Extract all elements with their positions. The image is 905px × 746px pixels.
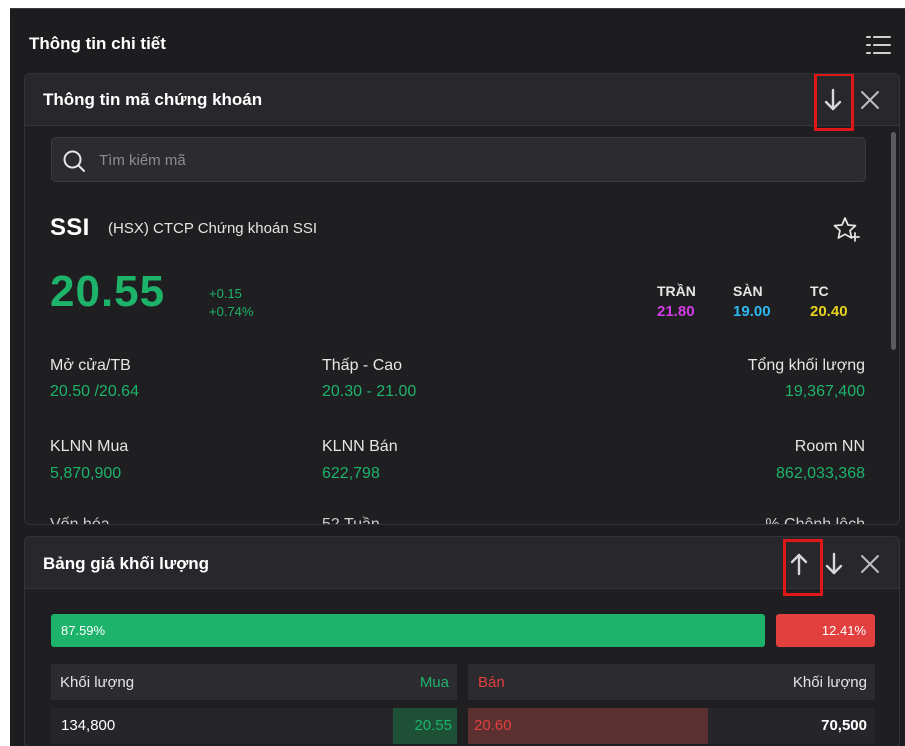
top-divider: [10, 8, 905, 9]
price-change-percent: +0.74%: [209, 304, 254, 319]
close-panel-button[interactable]: [855, 549, 885, 579]
reference-label: TC: [810, 283, 829, 299]
sell-ratio-bar: 12.41%: [776, 614, 875, 647]
stock-info-title: Thông tin mã chứng khoán: [43, 90, 263, 109]
open-avg-label: Mở cửa/TB: [50, 357, 131, 374]
buy-ratio-bar: 87.59%: [51, 614, 765, 647]
sell-ratio-text: 12.41%: [821, 623, 866, 638]
total-volume-value: 19,367,400: [784, 383, 865, 400]
move-down-button[interactable]: [818, 85, 848, 115]
search-icon: [63, 150, 85, 172]
open-avg-value: 20.50 /20.64: [50, 383, 139, 400]
star-plus-icon[interactable]: [831, 214, 861, 244]
stock-symbol: SSI: [50, 214, 90, 241]
sell-volume-cell: 70,500: [821, 717, 867, 734]
buy-volume-cell: 134,800: [61, 717, 116, 734]
sell-header-label: Bán: [478, 674, 505, 691]
search-placeholder: Tìm kiếm mã: [99, 152, 186, 169]
buy-volume-header: Khối lượng: [60, 674, 135, 691]
table-row: 20.60 70,500: [468, 708, 875, 744]
diff-percent-label: % Chênh lệch: [765, 516, 865, 525]
market-cap-label: Vốn hóa: [50, 516, 110, 525]
week52-label: 52 Tuần: [322, 516, 380, 525]
detail-window: Thông tin chi tiết Thông tin mã chứng kh…: [10, 8, 905, 746]
sell-header: Bán Khối lượng: [468, 664, 875, 700]
floor-value: 19.00: [733, 303, 771, 320]
foreign-room-label: Room NN: [794, 438, 865, 455]
price-volume-header: Bảng giá khối lượng: [25, 537, 899, 589]
foreign-buy-value: 5,870,900: [50, 465, 122, 482]
arrow-down-icon: [825, 552, 843, 575]
reference-value: 20.40: [810, 303, 848, 320]
foreign-sell-value: 622,798: [322, 465, 380, 482]
foreign-buy-label: KLNN Mua: [50, 438, 129, 455]
foreign-sell-label: KLNN Bán: [322, 438, 398, 455]
sell-volume-header: Khối lượng: [792, 674, 867, 691]
price-change: +0.15: [209, 286, 242, 301]
buy-header: Khối lượng Mua: [51, 664, 457, 700]
buy-ratio-text: 87.59%: [61, 623, 106, 638]
foreign-room-value: 862,033,368: [776, 465, 865, 482]
price-volume-panel: Bảng giá khối lượng 87.59% 12.41% Khối l…: [24, 536, 900, 746]
close-icon: [861, 555, 879, 573]
move-up-button[interactable]: [784, 549, 814, 579]
buy-price-cell: 20.55: [414, 717, 452, 734]
stock-info-header: Thông tin mã chứng khoán: [25, 74, 899, 126]
stock-info-panel: Thông tin mã chứng khoán Tìm kiếm mã SSI…: [24, 73, 900, 525]
table-row: 134,800 20.55: [51, 708, 457, 744]
price-volume-title: Bảng giá khối lượng: [43, 554, 210, 573]
floor-label: SÀN: [733, 283, 763, 299]
last-price: 20.55: [50, 267, 166, 316]
sell-price-cell: 20.60: [474, 717, 512, 734]
search-input[interactable]: Tìm kiếm mã: [51, 137, 866, 182]
buy-header-label: Mua: [419, 674, 449, 691]
close-panel-button[interactable]: [855, 85, 885, 115]
low-high-label: Thấp - Cao: [322, 357, 403, 374]
scrollbar-thumb[interactable]: [891, 132, 896, 350]
arrow-down-icon: [824, 88, 842, 111]
total-volume-label: Tổng khối lượng: [747, 357, 865, 374]
ceiling-label: TRẦN: [657, 283, 696, 299]
move-down-button[interactable]: [819, 549, 849, 579]
ceiling-value: 21.80: [657, 303, 695, 320]
list-menu-icon[interactable]: [863, 30, 893, 60]
low-high-value: 20.30 - 21.00: [322, 383, 417, 400]
close-icon: [861, 91, 879, 109]
arrow-up-icon: [790, 553, 808, 576]
page-title: Thông tin chi tiết: [29, 34, 166, 53]
stock-name: (HSX) CTCP Chứng khoán SSI: [108, 220, 318, 237]
